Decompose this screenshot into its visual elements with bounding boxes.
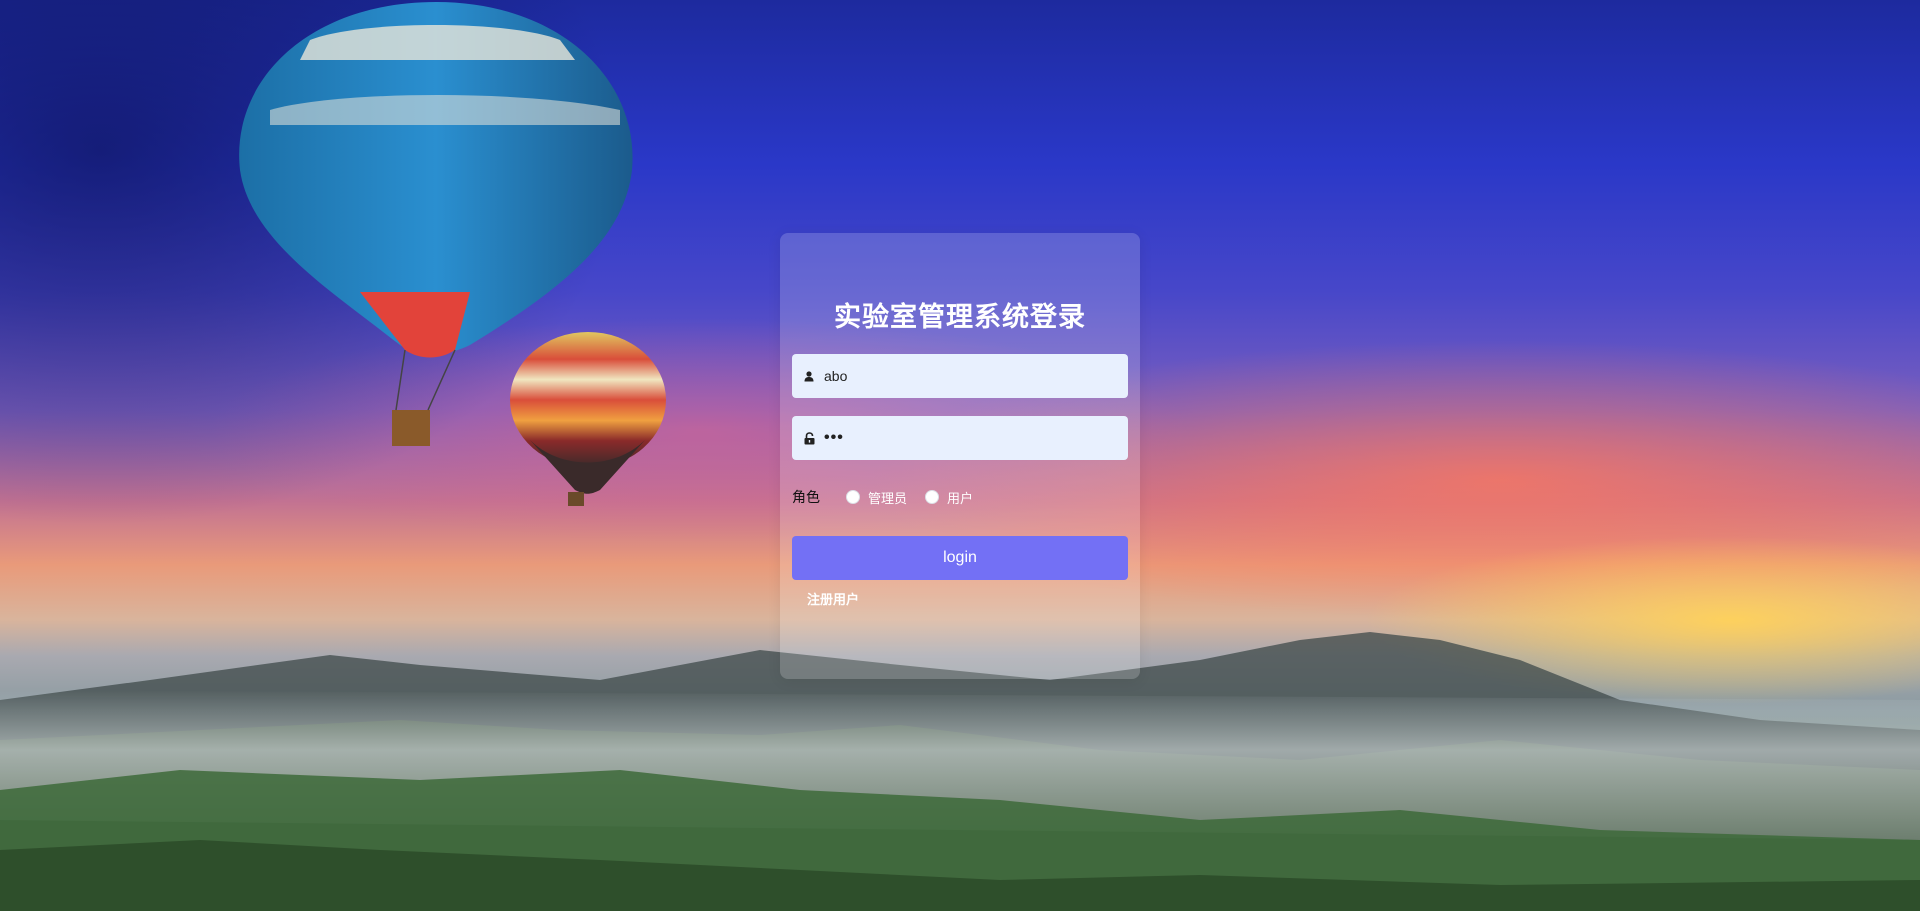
user-icon: [802, 369, 816, 383]
role-selector: 角色 管理员 用户: [792, 487, 991, 507]
small-balloon: [510, 332, 666, 506]
page-title: 实验室管理系统登录: [834, 302, 1086, 332]
password-field[interactable]: •••: [792, 416, 1128, 460]
lock-icon: [802, 431, 816, 445]
register-link[interactable]: 注册用户: [807, 589, 859, 608]
role-option-user[interactable]: 用户: [947, 488, 973, 507]
login-panel: 实验室管理系统登录 abo ••• 角色 管理员 用户 login 注册用户: [780, 233, 1140, 679]
role-label: 角色: [792, 489, 820, 505]
role-radio-admin[interactable]: [846, 490, 860, 504]
password-value: •••: [824, 429, 844, 446]
username-field[interactable]: abo: [792, 354, 1128, 398]
role-radio-user[interactable]: [925, 490, 940, 504]
username-value: abo: [824, 368, 848, 384]
role-option-admin[interactable]: 管理员: [868, 488, 907, 507]
login-button[interactable]: login: [792, 536, 1128, 580]
